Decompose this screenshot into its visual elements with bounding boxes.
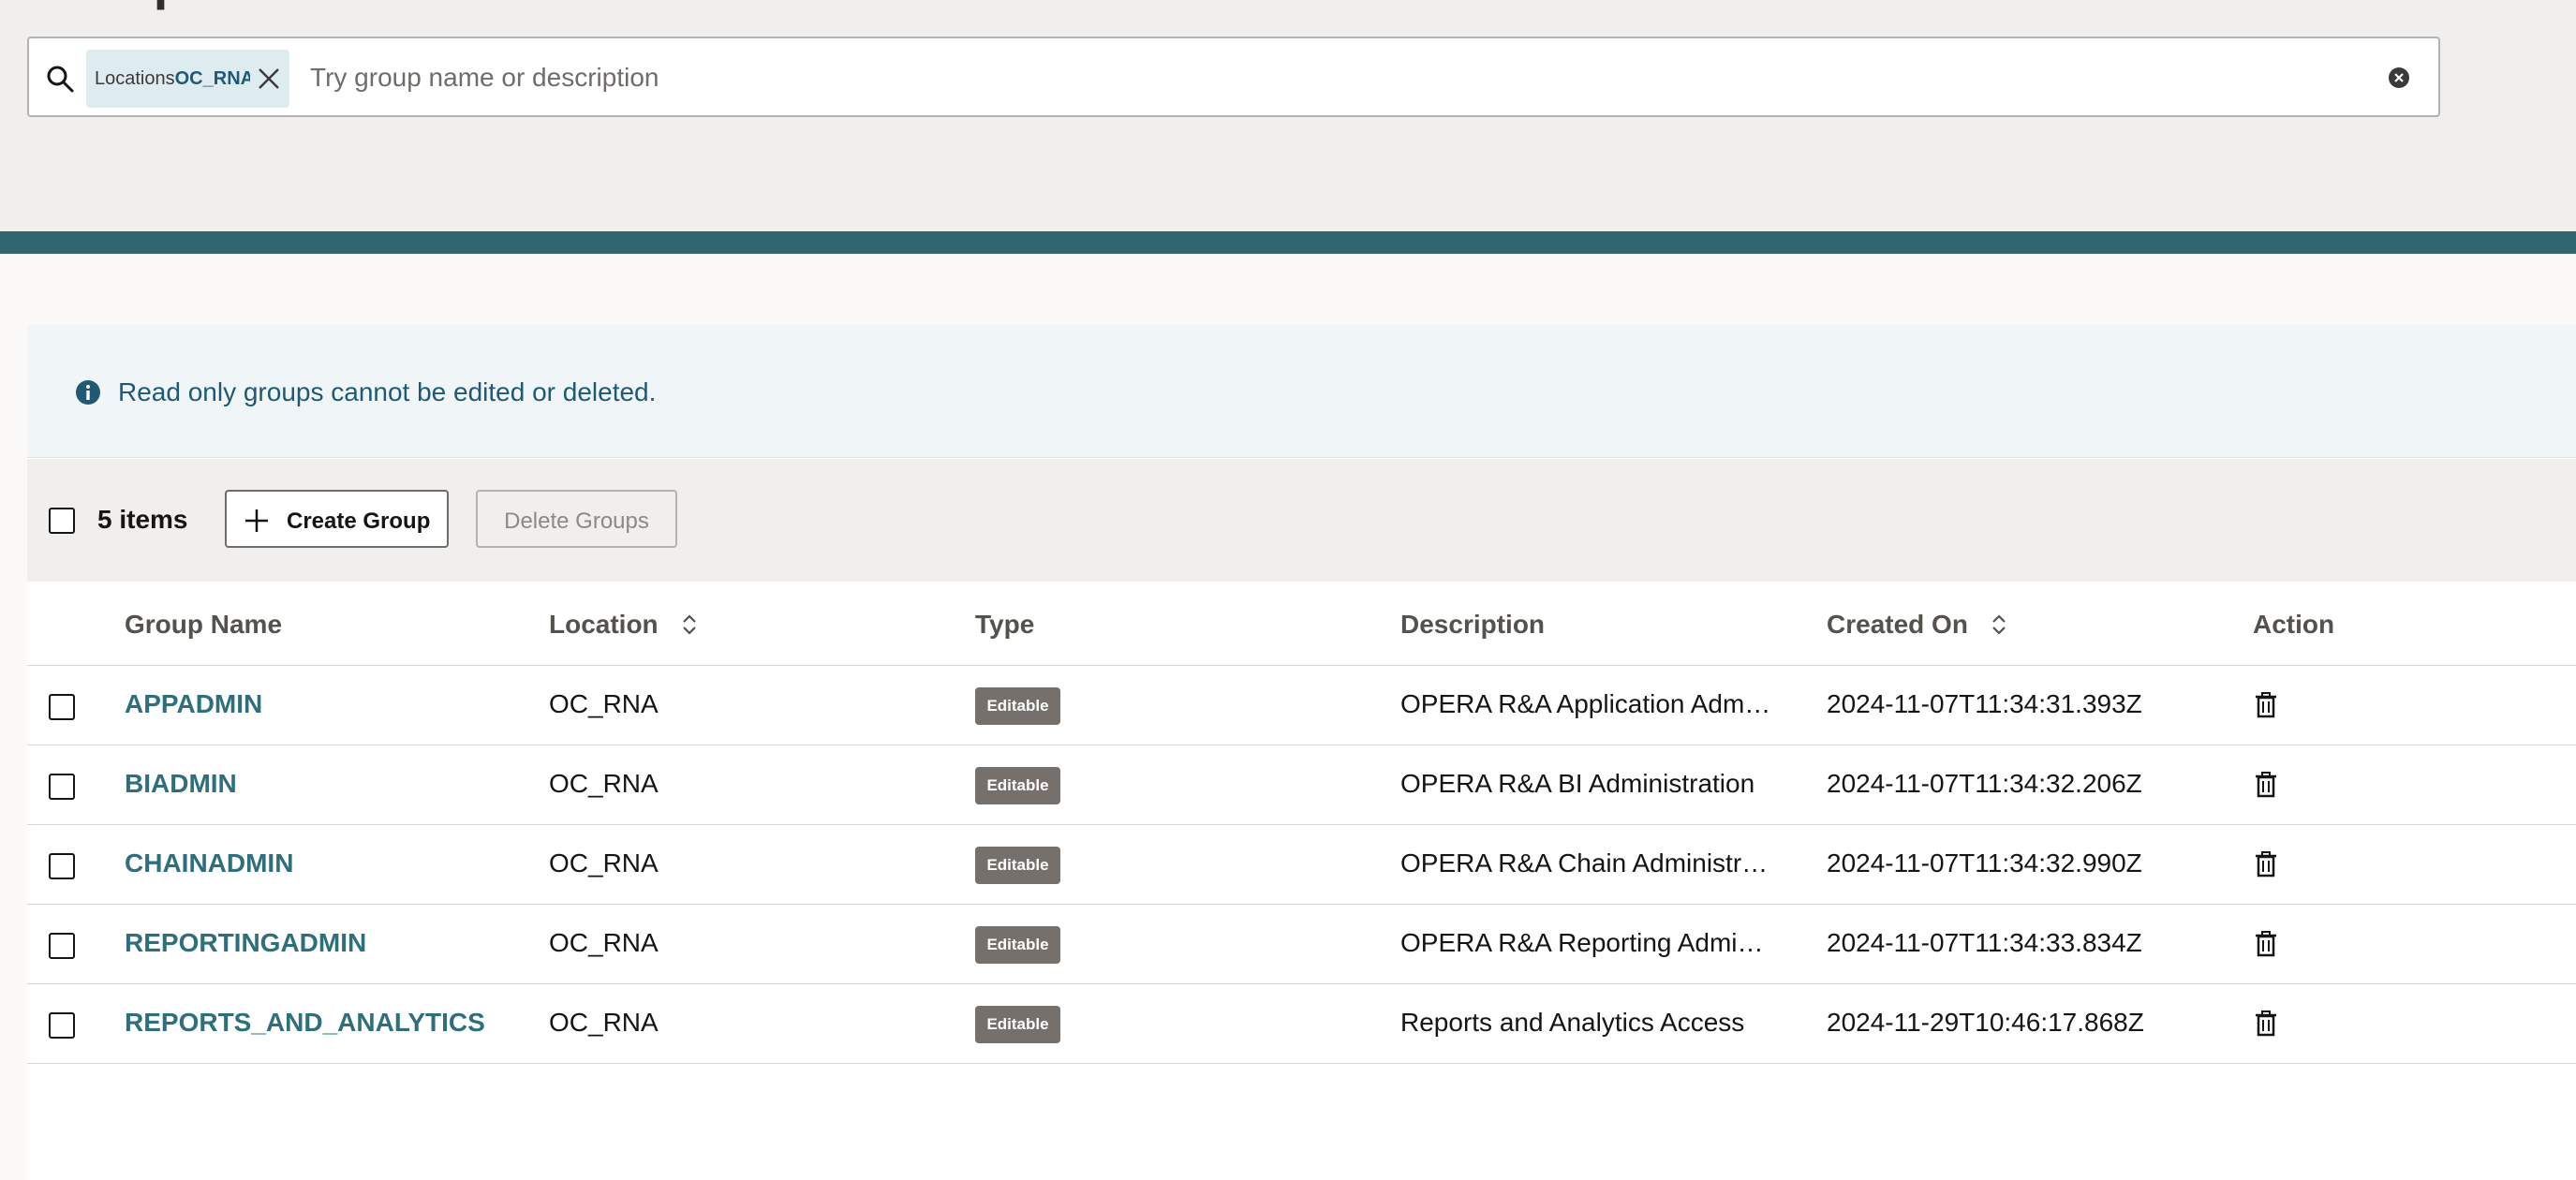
filter-chip-label: Locations	[95, 67, 175, 89]
header-created-on[interactable]: Created On	[1827, 610, 2009, 640]
create-group-label: Create Group	[287, 509, 431, 534]
created-on-cell: 2024-11-07T11:34:31.393Z	[1827, 689, 2142, 718]
plus-icon	[245, 509, 268, 532]
group-name-link[interactable]: REPORTINGADMIN	[125, 927, 366, 959]
select-all-checkbox[interactable]	[49, 508, 75, 534]
create-group-button[interactable]: Create Group	[225, 490, 449, 548]
table-row: REPORTINGADMIN OC_RNA Editable OPERA R&A…	[27, 905, 2576, 984]
groups-table: Group Name Location Type Description Cre…	[27, 582, 2576, 1064]
location-cell: OC_RNA	[549, 928, 659, 957]
row-checkbox[interactable]	[49, 933, 75, 959]
search-bar[interactable]: Locations OC_RNA	[27, 37, 2440, 117]
trash-icon[interactable]	[2253, 850, 2279, 878]
filter-chip-locations[interactable]: Locations OC_RNA	[86, 50, 289, 108]
group-name-link[interactable]: CHAINADMIN	[125, 848, 293, 879]
created-on-cell: 2024-11-29T10:46:17.868Z	[1827, 1008, 2144, 1037]
group-name-link[interactable]: APPADMIN	[125, 688, 262, 720]
info-banner: Read only groups cannot be edited or del…	[27, 325, 2576, 458]
location-cell: OC_RNA	[549, 689, 659, 718]
accent-band	[0, 231, 2576, 254]
header-region: Groups Locations OC_RNA	[0, 0, 2576, 231]
item-count: 5 items	[97, 505, 188, 534]
location-cell: OC_RNA	[549, 848, 659, 878]
table-header: Group Name Location Type Description Cre…	[27, 582, 2576, 666]
header-description: Description	[1400, 610, 1546, 639]
header-location[interactable]: Location	[549, 610, 700, 640]
type-badge: Editable	[975, 926, 1060, 964]
delete-groups-label: Delete Groups	[504, 509, 649, 534]
header-type: Type	[975, 610, 1035, 639]
clear-icon[interactable]	[2388, 66, 2410, 89]
location-cell: OC_RNA	[549, 769, 659, 798]
description-cell: OPERA R&A Application Adm…	[1400, 689, 1771, 718]
description-cell: OPERA R&A Reporting Admi…	[1400, 928, 1764, 957]
trash-icon[interactable]	[2253, 691, 2279, 719]
location-cell: OC_RNA	[549, 1008, 659, 1037]
created-on-cell: 2024-11-07T11:34:32.206Z	[1827, 769, 2142, 798]
sort-icon[interactable]	[679, 612, 700, 638]
table-row: BIADMIN OC_RNA Editable OPERA R&A BI Adm…	[27, 745, 2576, 825]
group-name-link[interactable]: BIADMIN	[125, 768, 237, 800]
filter-chip-value: OC_RNA	[174, 67, 250, 89]
trash-icon[interactable]	[2253, 771, 2279, 799]
page-title: Groups	[28, 0, 215, 7]
table-row: APPADMIN OC_RNA Editable OPERA R&A Appli…	[27, 666, 2576, 745]
info-icon	[76, 380, 100, 405]
sort-icon[interactable]	[1989, 612, 2009, 638]
search-icon	[47, 66, 74, 93]
header-group-name: Group Name	[125, 610, 283, 639]
row-checkbox[interactable]	[49, 694, 75, 720]
trash-icon[interactable]	[2253, 930, 2279, 958]
table-row: REPORTS_AND_ANALYTICS OC_RNA Editable Re…	[27, 984, 2576, 1064]
delete-groups-button[interactable]: Delete Groups	[476, 490, 677, 548]
type-badge: Editable	[975, 687, 1060, 725]
table-row: CHAINADMIN OC_RNA Editable OPERA R&A Cha…	[27, 825, 2576, 905]
type-badge: Editable	[975, 767, 1060, 804]
description-cell: OPERA R&A Chain Administr…	[1400, 848, 1769, 878]
type-badge: Editable	[975, 1006, 1060, 1043]
created-on-cell: 2024-11-07T11:34:32.990Z	[1827, 848, 2142, 878]
type-badge: Editable	[975, 847, 1060, 884]
close-icon[interactable]	[256, 66, 282, 92]
search-input[interactable]	[310, 52, 2371, 104]
row-checkbox[interactable]	[49, 1012, 75, 1039]
trash-icon[interactable]	[2253, 1010, 2279, 1038]
info-banner-text: Read only groups cannot be edited or del…	[118, 377, 657, 406]
description-cell: OPERA R&A BI Administration	[1400, 769, 1755, 798]
main-content: Read only groups cannot be edited or del…	[27, 325, 2576, 1180]
description-cell: Reports and Analytics Access	[1400, 1008, 1745, 1037]
row-checkbox[interactable]	[49, 853, 75, 879]
row-checkbox[interactable]	[49, 774, 75, 800]
created-on-cell: 2024-11-07T11:34:33.834Z	[1827, 928, 2142, 957]
group-name-link[interactable]: REPORTS_AND_ANALYTICS	[125, 1007, 485, 1039]
header-action: Action	[2253, 610, 2335, 639]
table-toolbar: 5 items Create Group Delete Groups	[27, 459, 2576, 582]
